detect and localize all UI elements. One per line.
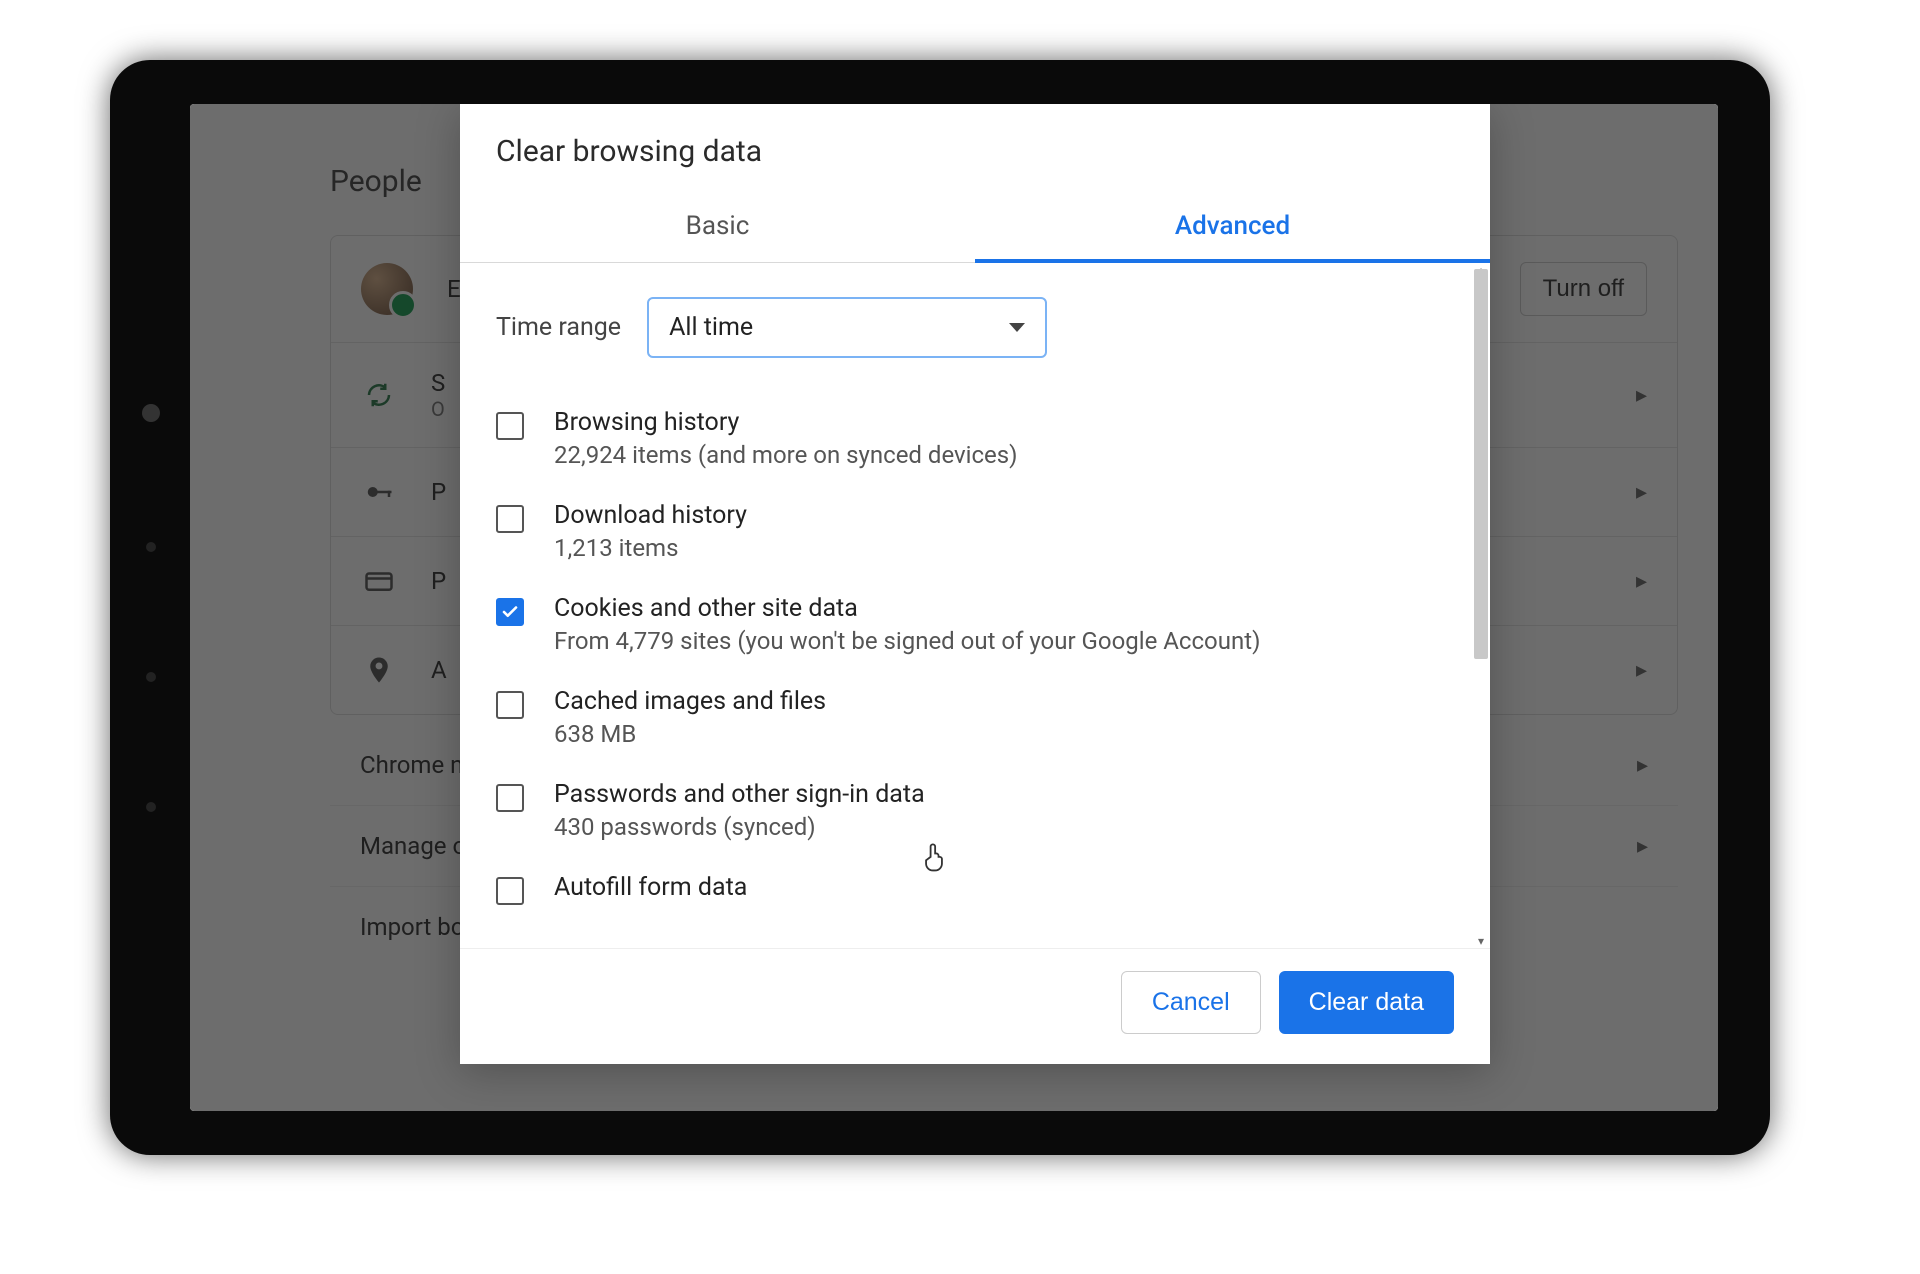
- data-types-list: Browsing history 22,924 items (and more o…: [496, 382, 1454, 921]
- dialog-tabs: Basic Advanced: [460, 193, 1490, 263]
- dialog-footer: Cancel Clear data: [460, 948, 1490, 1064]
- time-range-select[interactable]: All time: [647, 297, 1047, 358]
- item-text: Cookies and other site data From 4,779 si…: [554, 594, 1260, 655]
- data-type-item: Cached images and files 638 MB: [496, 671, 1454, 764]
- scroll-down-icon[interactable]: ▾: [1474, 934, 1488, 948]
- checkbox[interactable]: [496, 505, 524, 533]
- caret-down-icon: [1009, 323, 1025, 332]
- checkbox[interactable]: [496, 784, 524, 812]
- item-subtitle: 1,213 items: [554, 534, 747, 562]
- item-title: Autofill form data: [554, 873, 747, 902]
- item-title: Cookies and other site data: [554, 594, 1260, 623]
- clear-browsing-data-dialog: Clear browsing data Basic Advanced ▴ ▾ T…: [460, 104, 1490, 1064]
- item-text: Download history 1,213 items: [554, 501, 747, 562]
- item-title: Browsing history: [554, 408, 1018, 437]
- checkbox[interactable]: [496, 691, 524, 719]
- cancel-button[interactable]: Cancel: [1121, 971, 1261, 1034]
- tab-advanced[interactable]: Advanced: [975, 193, 1490, 263]
- data-type-item: Cookies and other site data From 4,779 si…: [496, 578, 1454, 671]
- item-title: Download history: [554, 501, 747, 530]
- device-sensors: [142, 404, 160, 812]
- scroll-thumb[interactable]: [1474, 269, 1488, 659]
- dialog-title: Clear browsing data: [460, 104, 1490, 193]
- item-text: Browsing history 22,924 items (and more o…: [554, 408, 1018, 469]
- screen: People E Turn off S: [190, 104, 1718, 1111]
- item-subtitle: 430 passwords (synced): [554, 813, 925, 841]
- clear-data-button[interactable]: Clear data: [1279, 971, 1454, 1034]
- scrollbar[interactable]: ▴ ▾: [1474, 269, 1488, 942]
- time-range-row: Time range All time: [496, 263, 1454, 382]
- item-title: Passwords and other sign-in data: [554, 780, 925, 809]
- data-type-item: Passwords and other sign-in data 430 pass…: [496, 764, 1454, 857]
- data-type-item: Autofill form data: [496, 857, 1454, 921]
- item-text: Passwords and other sign-in data 430 pass…: [554, 780, 925, 841]
- data-type-item: Download history 1,213 items: [496, 485, 1454, 578]
- time-range-label: Time range: [496, 313, 621, 342]
- dialog-body: ▴ ▾ Time range All time Browsing history…: [460, 263, 1490, 948]
- item-title: Cached images and files: [554, 687, 826, 716]
- tablet-frame: People E Turn off S: [110, 60, 1770, 1155]
- item-text: Cached images and files 638 MB: [554, 687, 826, 748]
- item-subtitle: 22,924 items (and more on synced devices…: [554, 441, 1018, 469]
- tab-basic[interactable]: Basic: [460, 193, 975, 262]
- item-subtitle: From 4,779 sites (you won't be signed ou…: [554, 627, 1260, 655]
- checkbox[interactable]: [496, 598, 524, 626]
- time-range-value: All time: [669, 313, 753, 342]
- checkbox[interactable]: [496, 412, 524, 440]
- item-text: Autofill form data: [554, 873, 747, 902]
- item-subtitle: 638 MB: [554, 720, 826, 748]
- checkbox[interactable]: [496, 877, 524, 905]
- data-type-item: Browsing history 22,924 items (and more o…: [496, 392, 1454, 485]
